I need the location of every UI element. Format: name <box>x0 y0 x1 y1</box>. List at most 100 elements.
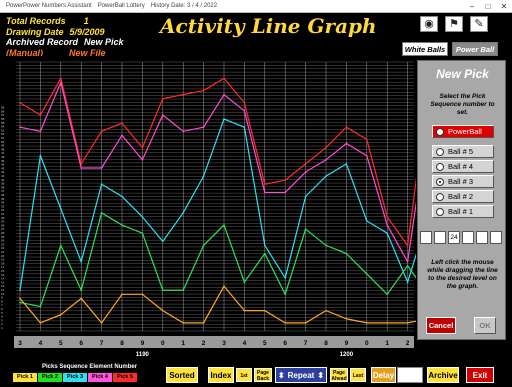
data-point <box>162 97 164 100</box>
data-point <box>304 171 307 173</box>
sorted-button[interactable]: Sorted <box>166 367 198 383</box>
y-tick-label: 50 <box>1 140 5 144</box>
y-tick-label: 19 <box>1 258 5 262</box>
radio-label: Ball # 4 <box>448 162 474 171</box>
maximize-icon[interactable]: □ <box>480 2 496 11</box>
panel-title: New Pick <box>436 67 489 81</box>
flag-icon[interactable]: ⚑ <box>445 16 463 32</box>
data-point <box>264 244 266 247</box>
delay-input[interactable] <box>397 367 423 383</box>
radio-label: Ball # 1 <box>448 207 474 216</box>
camera-icon[interactable]: ◉ <box>420 16 438 32</box>
digit-box[interactable] <box>434 231 446 244</box>
repeat-button[interactable]: ⬍ Repeat ⬍ <box>275 367 327 383</box>
data-point <box>60 81 62 84</box>
data-point <box>39 154 42 157</box>
y-tick-label: 52 <box>1 132 5 136</box>
data-point <box>60 207 62 210</box>
exit-button[interactable]: Exit <box>466 367 494 383</box>
radio-ball-4[interactable]: Ball # 4 <box>432 160 494 173</box>
y-tick-label: 28 <box>1 223 5 227</box>
close-icon[interactable]: ✕ <box>496 2 512 11</box>
data-point <box>39 130 42 133</box>
digit-box[interactable] <box>462 231 474 244</box>
ok-button[interactable]: OK <box>474 317 496 334</box>
x-tick-label: 3 <box>18 340 22 347</box>
radio-dot-icon <box>436 177 444 186</box>
y-tick-label: 27 <box>1 227 5 231</box>
activity-line-chart[interactable]: 1 2 3 4 5 6 7 8 9 10 11 12 13 14 15 16 17 18 19 20 21 22 23 24 2… <box>0 56 416 361</box>
digit-box[interactable]: 24 <box>448 231 460 244</box>
digit-box[interactable] <box>490 231 502 244</box>
x-tick-label: 1 <box>385 340 389 347</box>
radio-ball-5[interactable]: Ball # 5 <box>432 145 494 158</box>
data-point <box>406 322 409 324</box>
radio-dot-icon <box>436 207 444 216</box>
x-tick-label: 8 <box>324 340 328 347</box>
data-point <box>162 309 164 312</box>
data-point <box>223 285 225 287</box>
data-point <box>100 322 103 324</box>
data-point <box>406 244 409 247</box>
x-tick-label: 9 <box>141 340 145 347</box>
y-tick-label: 10 <box>1 292 5 296</box>
archive-button[interactable]: Archive <box>427 367 459 383</box>
y-tick-label: 42 <box>1 170 5 174</box>
last-button[interactable]: Last <box>350 368 366 382</box>
data-point <box>325 159 327 161</box>
x-tick-label: 6 <box>79 340 83 347</box>
x-tick-label: 5 <box>59 340 63 347</box>
minimize-icon[interactable]: – <box>464 2 480 11</box>
radio-ball-1[interactable]: Ball # 1 <box>432 205 494 218</box>
white-balls-button[interactable]: White Balls <box>402 42 448 56</box>
delay-button[interactable]: Delay <box>371 367 396 383</box>
total-records-value: 1 <box>83 16 89 26</box>
y-tick-label: 26 <box>1 231 5 235</box>
radio-dot-icon <box>436 162 444 171</box>
digit-box[interactable] <box>476 231 488 244</box>
legend-pick-2: Pick 2 <box>38 373 62 382</box>
cancel-button[interactable]: Cancel <box>426 317 456 334</box>
data-point <box>162 240 164 243</box>
y-tick-label: 21 <box>1 250 5 254</box>
document-icon[interactable]: ✎ <box>470 16 488 32</box>
y-tick-label: 51 <box>1 136 5 140</box>
first-button[interactable]: 1st <box>236 368 252 382</box>
chart-svg[interactable]: 1234567891011121314151617181920212223242… <box>0 56 416 361</box>
y-tick-label: 49 <box>1 144 5 148</box>
page-ahead-button[interactable]: Page Ahead <box>330 368 348 382</box>
data-point <box>243 110 246 112</box>
radio-ball-3[interactable]: Ball # 3 <box>432 175 494 188</box>
window-titlebar: PowerPower Numbers Assistant PowerBall L… <box>0 0 512 13</box>
data-point <box>39 114 42 116</box>
index-button[interactable]: Index <box>208 367 234 383</box>
pick-legend: Pick 1 Pick 2 Pick 3 Pick 4 Pick 5 <box>13 373 137 382</box>
data-point <box>325 175 327 177</box>
data-point <box>243 126 246 129</box>
data-point <box>345 142 348 145</box>
y-tick-label: 53 <box>1 128 5 132</box>
pick-digits: 24 <box>420 231 502 244</box>
data-point <box>264 252 266 255</box>
powerball-button[interactable]: Power Ball <box>452 42 498 56</box>
y-tick-label: 20 <box>1 254 5 258</box>
radio-ball-2[interactable]: Ball # 2 <box>432 190 494 203</box>
digit-box[interactable] <box>420 231 432 244</box>
data-point <box>202 244 205 247</box>
y-tick-label: 40 <box>1 178 5 182</box>
data-point <box>366 273 368 275</box>
data-point <box>284 191 287 194</box>
radio-powerball[interactable]: PowerBall <box>432 125 494 138</box>
page-back-button[interactable]: Page Back <box>254 368 272 382</box>
data-point <box>202 89 205 92</box>
data-point <box>304 163 307 165</box>
y-tick-label: 59 <box>1 106 5 110</box>
data-point <box>60 313 62 316</box>
new-pick-panel: New Pick Select the Pick Sequence number… <box>417 60 506 340</box>
y-tick-label: 13 <box>1 280 5 284</box>
data-point <box>100 183 103 186</box>
radio-dot-icon <box>436 127 444 136</box>
y-tick-label: 14 <box>1 277 5 281</box>
data-point <box>19 126 21 129</box>
radio-label: PowerBall <box>448 127 482 136</box>
